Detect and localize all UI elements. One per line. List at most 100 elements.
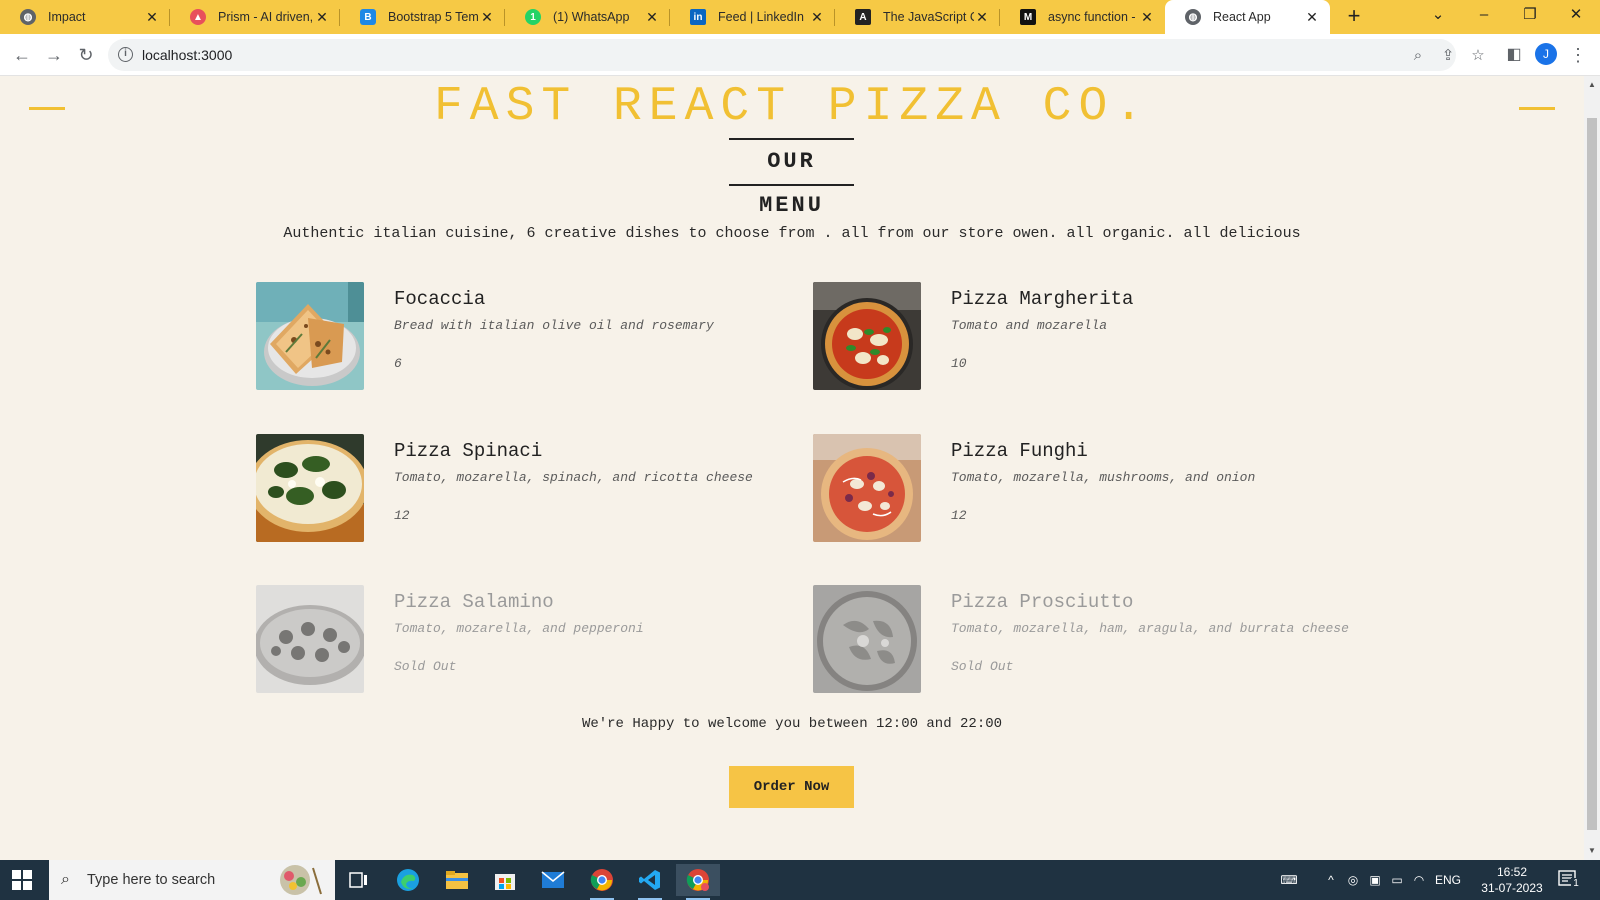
microsoft-store-icon[interactable] [483,864,527,896]
show-hidden-icons-icon[interactable]: ^ [1322,860,1340,900]
scroll-up-icon[interactable]: ▲ [1584,78,1600,92]
pizza-sold-out-label: Sold Out [394,659,457,674]
display-icon[interactable]: ▣ [1366,860,1384,900]
forward-icon[interactable]: → [41,42,67,68]
pizza-item-margherita: Pizza Margherita Tomato and mozarella 10 [813,282,1373,390]
margherita-photo [813,282,921,390]
close-icon[interactable]: ✕ [479,9,495,26]
scrollbar-thumb[interactable] [1587,118,1597,830]
reload-icon[interactable]: ↻ [73,42,99,68]
close-icon[interactable]: ✕ [144,9,160,26]
search-placeholder: Type here to search [87,872,216,888]
pizza-ingredients: Tomato, mozarella, and pepperoni [394,621,644,636]
pizza-price: 6 [394,356,402,371]
browser-tab-strip: ◍ Impact ✕ ▲ Prism - AI driven, fu ✕ B B… [0,0,1600,34]
tab-title: (1) WhatsApp [553,10,630,24]
globe-icon: ◍ [1185,9,1201,25]
close-icon[interactable]: ✕ [314,9,330,26]
back-icon[interactable]: ← [9,42,35,68]
taskbar-clock[interactable]: 16:52 31-07-2023 [1480,864,1544,896]
prism-icon: ▲ [190,9,206,25]
pizza-ingredients: Tomato, mozarella, ham, aragula, and bur… [951,621,1349,636]
bookmark-star-icon[interactable]: ☆ [1468,46,1488,66]
file-explorer-icon[interactable] [435,864,479,896]
brand-title: FAST REACT PIZZA CO. [433,80,1151,134]
menu-intro: Authentic italian cuisine, 6 creative di… [283,225,1301,242]
bootstrap-icon: B [360,9,376,25]
url-text[interactable]: localhost:3000 [142,47,232,63]
browser-tab[interactable]: 1 (1) WhatsApp ✕ [505,0,670,34]
address-bar[interactable]: i localhost:3000 ⌕ ⇪ ☆ [108,39,1485,71]
pizza-item-funghi: Pizza Funghi Tomato, mozarella, mushroom… [813,434,1373,542]
windows-taskbar: ⌕ Type here to search ⌨ ^ ◎ ▣ ▭ ◠ ENG 16… [0,860,1600,900]
close-icon[interactable]: ✕ [1304,9,1320,26]
meet-now-icon[interactable]: ◎ [1344,860,1362,900]
javascript-icon: A [855,9,871,25]
pizza-price: 12 [951,508,967,523]
language-indicator[interactable]: ENG [1430,860,1466,900]
pizza-price: 12 [394,508,410,523]
funghi-photo [813,434,921,542]
browser-tab[interactable]: M async function - Ja ✕ [1000,0,1165,34]
pizza-ingredients: Tomato, mozarella, mushrooms, and onion [951,470,1256,485]
profile-avatar[interactable]: J [1535,43,1557,65]
window-close-icon[interactable]: ✕ [1554,0,1598,30]
tab-title: The JavaScript Con [883,10,974,24]
browser-tab[interactable]: A The JavaScript Con ✕ [835,0,1000,34]
zoom-icon[interactable]: ⌕ [1408,46,1428,66]
browser-tab[interactable]: ◍ Impact ✕ [0,0,170,34]
more-menu-icon[interactable]: ⋮ [1565,42,1591,68]
whatsapp-icon: 1 [525,9,541,25]
chrome-profile-icon[interactable] [676,864,720,900]
browser-tab[interactable]: ▲ Prism - AI driven, fu ✕ [170,0,340,34]
tab-search-icon[interactable]: ⌄ [1416,0,1460,30]
close-icon[interactable]: ✕ [974,9,990,26]
windows-start-icon[interactable] [12,870,32,890]
mail-icon[interactable] [531,864,575,896]
keyboard-icon[interactable]: ⌨ [1276,860,1302,900]
chrome-icon[interactable] [580,864,624,900]
close-icon[interactable]: ✕ [809,9,825,26]
battery-icon[interactable]: ▭ [1388,860,1406,900]
restore-icon[interactable]: ❐ [1508,0,1552,30]
wifi-icon[interactable]: ◠ [1410,860,1428,900]
vscode-icon[interactable] [628,864,672,900]
salamino-photo [256,585,364,693]
pizza-ingredients: Bread with italian olive oil and rosemar… [394,318,714,333]
browser-tab-active[interactable]: ◍ React App ✕ [1165,0,1330,34]
order-now-button[interactable]: Order Now [729,766,854,808]
notification-center-icon[interactable]: 1 [1558,870,1581,890]
task-view-icon[interactable] [337,864,381,896]
browser-tab[interactable]: in Feed | LinkedIn ✕ [670,0,835,34]
side-panel-icon[interactable]: ◧ [1501,42,1527,68]
share-icon[interactable]: ⇪ [1438,46,1458,66]
taskbar-search-box[interactable]: ⌕ Type here to search [49,860,335,900]
close-icon[interactable]: ✕ [1139,9,1155,26]
new-tab-button[interactable]: + [1342,5,1366,29]
tab-title: Bootstrap 5 Templa [388,10,479,24]
opening-hours-text: We're Happy to welcome you between 12:00… [581,716,1003,732]
tab-title: Impact [48,10,86,24]
page-scrollbar[interactable]: ▲ ▼ [1584,76,1600,860]
pizza-ingredients: Tomato, mozarella, spinach, and ricotta … [394,470,753,485]
scroll-down-icon[interactable]: ▼ [1584,844,1600,858]
page-content: FAST REACT PIZZA CO. OUR MENU Authentic … [0,76,1584,860]
menu-heading: OUR MENU [729,138,854,218]
browser-tab[interactable]: B Bootstrap 5 Templa ✕ [340,0,505,34]
globe-icon: ◍ [20,9,36,25]
search-icon: ⌕ [61,871,70,888]
pizza-name: Pizza Spinaci [394,440,543,462]
site-info-icon[interactable]: i [118,47,133,62]
notification-count: 1 [1571,878,1581,890]
minimize-icon[interactable]: – [1462,0,1506,30]
pizza-ingredients: Tomato and mozarella [951,318,1108,333]
close-icon[interactable]: ✕ [644,9,660,26]
clock-time: 16:52 [1496,865,1528,879]
pizza-item-salamino: Pizza Salamino Tomato, mozarella, and pe… [256,585,816,693]
edge-browser-icon[interactable] [386,864,430,896]
tab-title: Feed | LinkedIn [718,10,804,24]
pizza-name: Focaccia [394,288,486,310]
pizza-name: Pizza Prosciutto [951,591,1134,613]
pizza-item-spinaci: Pizza Spinaci Tomato, mozarella, spinach… [256,434,816,542]
search-highlight-icon [280,865,322,895]
